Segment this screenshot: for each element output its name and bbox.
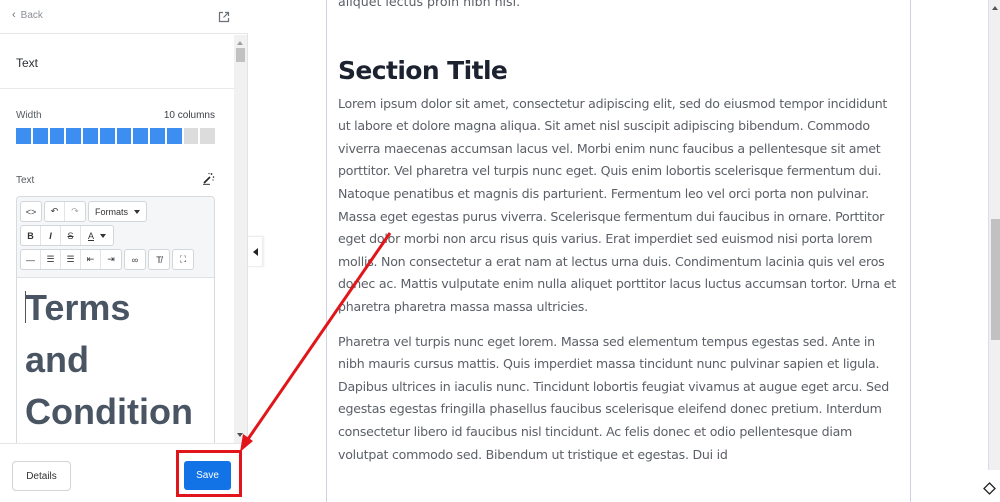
indent-icon: ⇥ — [107, 254, 115, 264]
caret-down-icon — [100, 233, 106, 238]
editor-content[interactable]: Terms and Condition — [17, 278, 214, 442]
width-value: 10 columns — [163, 110, 215, 121]
back-button[interactable]: ‹ Back — [12, 9, 43, 21]
horizontal-rule-icon: — — [26, 254, 35, 265]
column-cell[interactable] — [16, 128, 31, 144]
fullscreen-icon: ⛶ — [179, 254, 187, 264]
collapse-panel-button[interactable] — [248, 236, 263, 267]
open-external-icon[interactable] — [218, 11, 230, 23]
page-scrollbar[interactable] — [988, 0, 1000, 470]
strikethrough-button[interactable]: S — [61, 226, 81, 245]
clear-formatting-button[interactable]: T̸ — [149, 250, 169, 269]
text-color-button[interactable]: A — [81, 226, 113, 245]
width-label: Width — [16, 110, 42, 121]
editor-line: Terms — [25, 287, 131, 328]
panel-header: ‹ Back — [0, 0, 248, 34]
bullet-list-icon: ☰ — [46, 254, 55, 264]
formats-label: Formats — [95, 206, 129, 217]
editor-toolbar: <> ↶ ↷ Formats B I S A — ☰ ☰ ⇤ ⇥ ∞ T̸ ⛶ — [17, 197, 214, 278]
column-width-selector[interactable] — [16, 128, 215, 144]
formats-dropdown[interactable]: Formats — [89, 202, 146, 221]
text-field-label: Text — [16, 175, 35, 186]
link-icon: ∞ — [131, 254, 139, 265]
bullet-list-button[interactable]: ☰ — [41, 250, 61, 269]
panel-scrollbar[interactable] — [234, 35, 247, 443]
column-cell[interactable] — [116, 128, 132, 144]
column-cell[interactable] — [49, 128, 65, 144]
body-paragraph: Lorem ipsum dolor sit amet, consectetur … — [338, 95, 896, 314]
numbered-list-button[interactable]: ☰ — [61, 250, 81, 269]
column-cell[interactable] — [200, 128, 215, 144]
clear-formatting-icon: T̸ — [156, 254, 162, 265]
caret-left-icon — [252, 247, 258, 256]
save-highlight-box — [176, 450, 242, 497]
diamond-icon[interactable] — [983, 482, 996, 495]
bold-button[interactable]: B — [21, 226, 41, 245]
redo-icon: ↷ — [71, 206, 79, 216]
section-heading: Section Title — [338, 55, 508, 85]
numbered-list-icon: ☰ — [66, 254, 75, 264]
fullscreen-button[interactable]: ⛶ — [173, 250, 193, 269]
panel-scroll-area: Text Width 10 columns Text <> ↶ ↷ Format… — [0, 35, 234, 443]
strikethrough-icon: S — [67, 230, 74, 241]
editor-line: and — [25, 339, 90, 380]
content-page: aliquet lectus proin nibh nisl. Section … — [326, 0, 911, 502]
section-title: Text — [0, 35, 234, 89]
scroll-up-icon[interactable] — [992, 6, 998, 10]
details-button[interactable]: Details — [12, 461, 71, 491]
scroll-down-icon[interactable] — [237, 433, 243, 437]
scroll-up-icon[interactable] — [237, 41, 243, 45]
outdent-icon: ⇤ — [86, 254, 95, 264]
indent-button[interactable]: ⇥ — [101, 250, 121, 269]
horizontal-rule-button[interactable]: — — [21, 250, 41, 269]
source-code-button[interactable]: <> — [21, 202, 41, 221]
column-cell[interactable] — [66, 128, 81, 144]
right-margin — [911, 0, 1000, 502]
outdent-button[interactable]: ⇤ — [81, 250, 101, 269]
body-paragraph: Pharetra vel turpis nunc eget lorem. Mas… — [338, 333, 890, 462]
italic-button[interactable]: I — [41, 226, 61, 245]
scrollbar-thumb[interactable] — [236, 48, 245, 62]
column-cell[interactable] — [166, 128, 182, 144]
rich-text-editor: <> ↶ ↷ Formats B I S A — ☰ ☰ ⇤ ⇥ ∞ T̸ ⛶ … — [16, 196, 215, 443]
column-cell[interactable] — [183, 128, 199, 144]
caret-down-icon — [134, 209, 141, 214]
previous-paragraph-tail: aliquet lectus proin nibh nisl. — [338, 0, 521, 9]
undo-button[interactable]: ↶ — [45, 202, 65, 221]
scrollbar-thumb[interactable] — [991, 219, 1000, 340]
link-button[interactable]: ∞ — [125, 250, 145, 269]
code-icon: <> — [25, 206, 37, 217]
magic-wand-icon[interactable] — [202, 172, 215, 185]
column-cell[interactable] — [150, 128, 165, 144]
undo-icon: ↶ — [50, 206, 59, 216]
width-row: Width 10 columns — [16, 110, 215, 121]
column-cell[interactable] — [83, 128, 98, 144]
bold-icon: B — [27, 230, 34, 241]
app-root: ‹ Back Text Width 10 columns Text <> ↶ ↷… — [0, 0, 1000, 502]
redo-button[interactable]: ↷ — [65, 202, 85, 221]
text-color-icon: A — [87, 230, 94, 241]
column-cell[interactable] — [32, 128, 48, 144]
properties-panel: ‹ Back Text Width 10 columns Text <> ↶ ↷… — [0, 0, 248, 502]
editor-line: Condition — [25, 391, 193, 432]
back-label: Back — [20, 9, 43, 21]
text-cursor — [25, 291, 26, 323]
chevron-left-icon: ‹ — [12, 9, 16, 21]
italic-icon: I — [49, 230, 52, 241]
column-cell[interactable] — [133, 128, 148, 144]
column-cell[interactable] — [99, 128, 115, 144]
